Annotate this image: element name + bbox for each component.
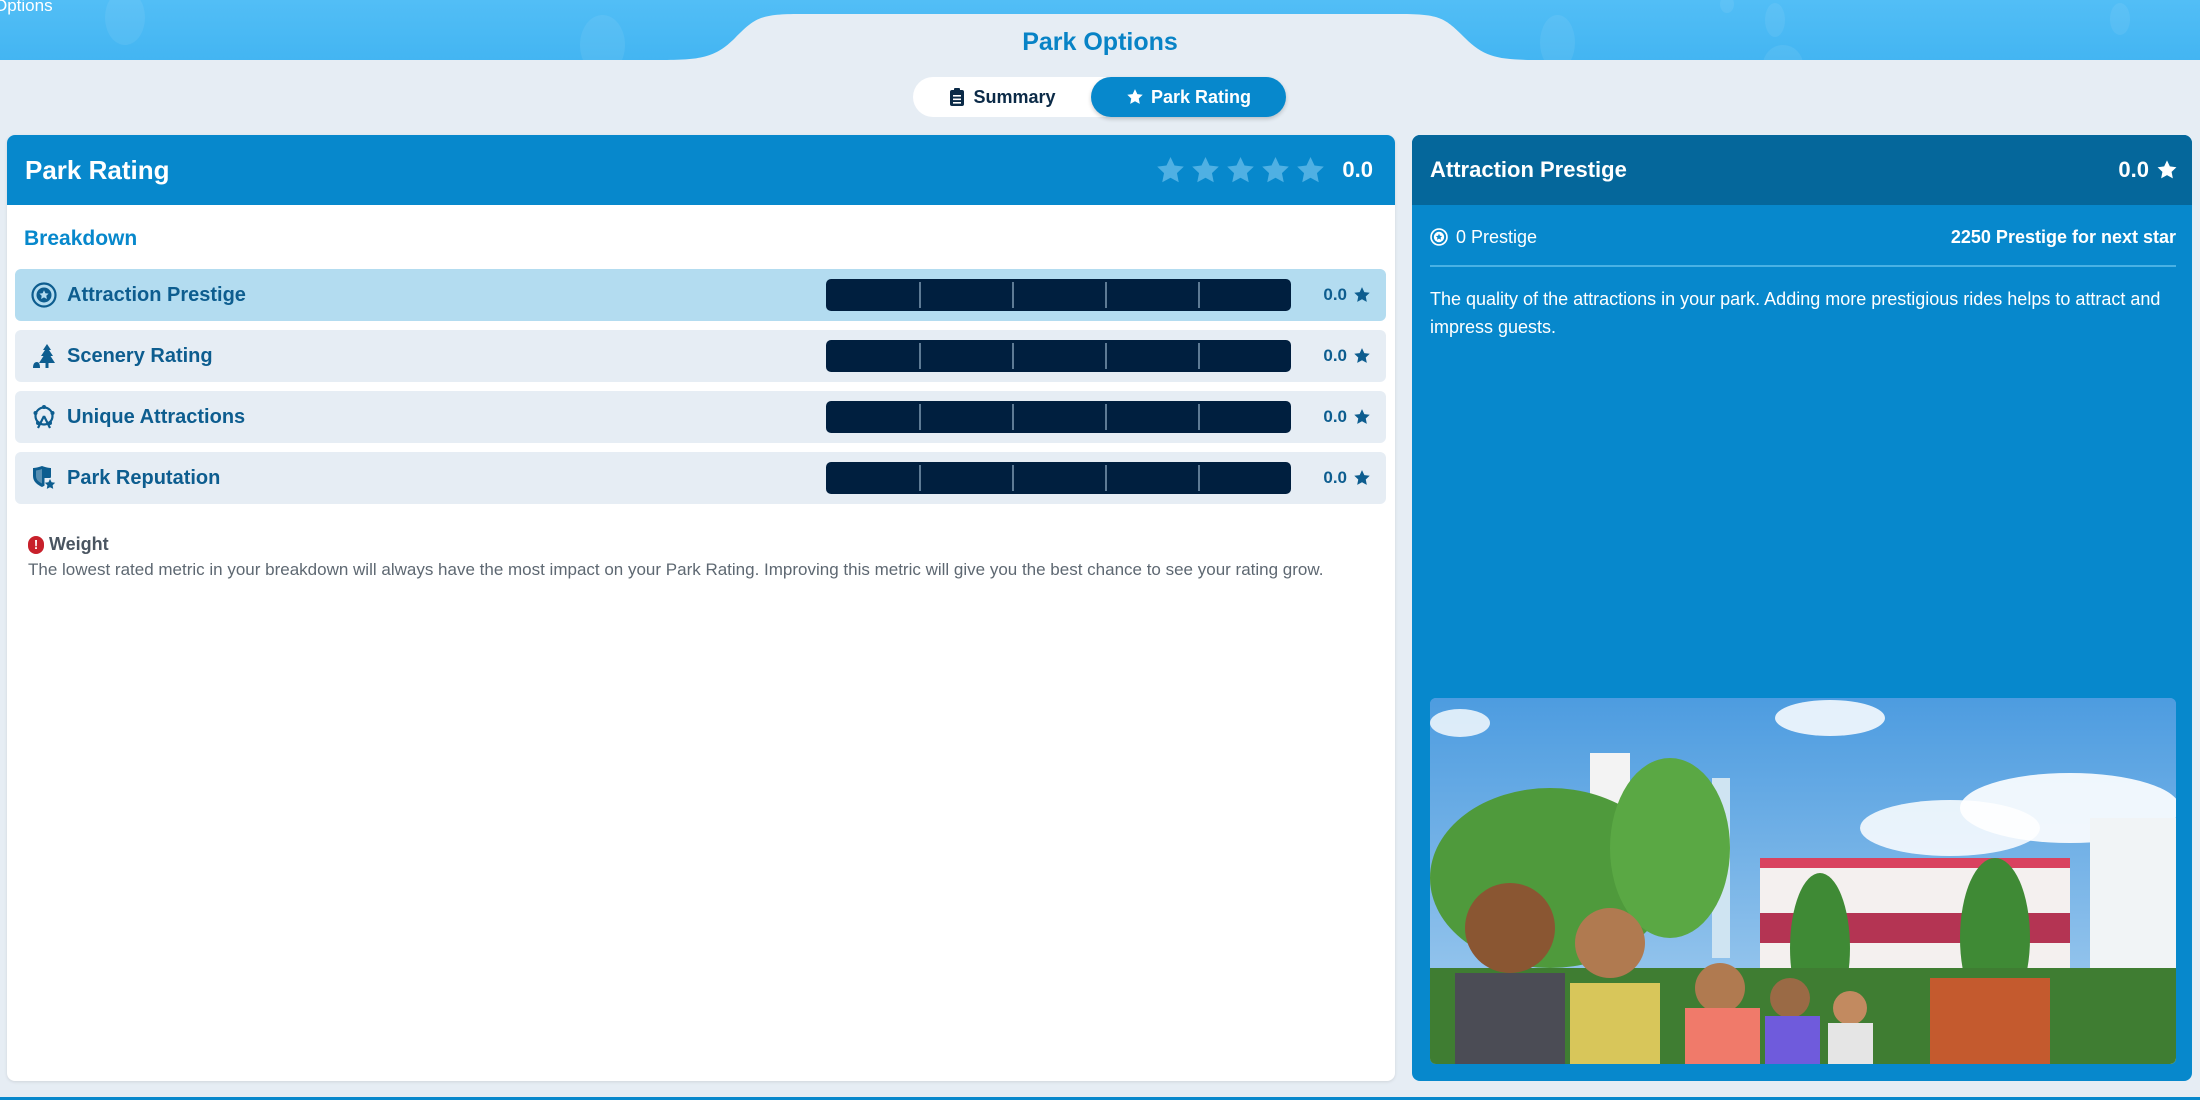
metric-bar-tick xyxy=(1012,465,1014,491)
metric-row-attraction-prestige[interactable]: Attraction Prestige 0.0 xyxy=(15,269,1386,321)
metric-value-text: 0.0 xyxy=(1323,407,1347,426)
star-rating: 0.0 xyxy=(1155,155,1373,186)
metric-label: Scenery Rating xyxy=(67,344,213,367)
metric-progress-bar xyxy=(826,401,1291,433)
star-icon xyxy=(1354,409,1370,424)
metric-bar-tick xyxy=(1105,404,1107,430)
clipboard-icon xyxy=(950,88,965,106)
metric-value-text: 0.0 xyxy=(1323,285,1347,304)
metric-progress-bar xyxy=(826,279,1291,311)
metric-progress-bar xyxy=(826,340,1291,372)
rating-star-icon xyxy=(1157,156,1185,182)
current-prestige-text: 0 Prestige xyxy=(1456,226,1538,247)
metric-bar-tick xyxy=(919,282,921,308)
metric-bar-tick xyxy=(1198,343,1200,369)
prestige-badge-icon xyxy=(1430,228,1448,246)
attraction-preview-image xyxy=(1430,698,2176,1064)
tab-park-rating[interactable]: Park Rating xyxy=(1091,77,1286,117)
metric-bar-tick xyxy=(1105,282,1107,308)
rating-star-icon xyxy=(1297,156,1325,182)
page-title: Park Options xyxy=(1022,28,1178,56)
metric-row-park-reputation[interactable]: Park Reputation 0.0 xyxy=(15,452,1386,504)
metric-bar-tick xyxy=(1105,343,1107,369)
metric-bar-tick xyxy=(1198,465,1200,491)
park-scene-illustration xyxy=(1430,698,2176,1064)
park-rating-header: Park Rating 0.0 xyxy=(7,135,1395,205)
metric-value: 0.0 xyxy=(1323,269,1371,321)
breakdown-heading: Breakdown xyxy=(24,227,138,250)
park-rating-title: Park Rating xyxy=(25,154,170,185)
metric-row-unique-attractions[interactable]: Unique Attractions 0.0 xyxy=(15,391,1386,443)
corner-window-label: Options xyxy=(0,0,53,15)
ferris-wheel-icon xyxy=(29,402,59,432)
tab-park-rating-label: Park Rating xyxy=(1150,86,1252,107)
detail-score-value: 0.0 xyxy=(2118,157,2149,182)
metric-value: 0.0 xyxy=(1323,391,1371,443)
metric-row-scenery-rating[interactable]: Scenery Rating 0.0 xyxy=(15,330,1386,382)
star-icon xyxy=(1354,287,1370,302)
metric-label: Attraction Prestige xyxy=(67,283,246,306)
metric-bar-tick xyxy=(1012,404,1014,430)
tree-icon xyxy=(29,341,59,371)
detail-title: Attraction Prestige xyxy=(1430,157,1627,182)
attraction-prestige-detail-panel: Attraction Prestige 0.0 0 Prestige 2250 … xyxy=(1412,135,2192,1081)
weight-title: Weight xyxy=(49,534,109,554)
star-icon xyxy=(1354,348,1370,363)
metric-bar-tick xyxy=(1012,282,1014,308)
metric-bar-tick xyxy=(1012,343,1014,369)
reputation-shield-icon xyxy=(29,463,59,493)
tab-summary[interactable]: Summary xyxy=(913,77,1091,117)
weight-note: ! Weight The lowest rated metric in your… xyxy=(28,534,1375,584)
rating-star-icon xyxy=(1192,156,1220,182)
detail-header: Attraction Prestige 0.0 xyxy=(1412,135,2192,205)
metric-bar-tick xyxy=(919,404,921,430)
park-rating-value: 0.0 xyxy=(1342,157,1373,182)
prestige-badge-icon xyxy=(29,280,59,310)
metric-bar-tick xyxy=(1198,282,1200,308)
rating-star-icon xyxy=(1262,156,1290,182)
star-icon xyxy=(1127,89,1143,104)
metric-label: Park Reputation xyxy=(67,466,221,489)
detail-description: The quality of the attractions in your p… xyxy=(1430,289,2161,337)
metric-bar-tick xyxy=(919,343,921,369)
star-icon xyxy=(2157,160,2177,179)
detail-score: 0.0 xyxy=(2118,157,2178,183)
metric-value: 0.0 xyxy=(1323,452,1371,504)
current-prestige: 0 Prestige xyxy=(1430,227,1537,248)
metric-value-text: 0.0 xyxy=(1323,468,1347,487)
weight-heading: ! Weight xyxy=(28,534,1375,555)
metric-list: Attraction Prestige 0.0 Scenery Rating 0… xyxy=(15,269,1386,504)
park-rating-panel: Park Rating 0.0 Breakdown Attraction Pre… xyxy=(7,135,1395,1081)
metric-label: Unique Attractions xyxy=(67,405,246,428)
metric-bar-tick xyxy=(1198,404,1200,430)
weight-description: The lowest rated metric in your breakdow… xyxy=(28,560,1324,579)
tab-switch: Summary Park Rating xyxy=(913,77,1286,117)
warning-icon: ! xyxy=(28,535,44,554)
metric-progress-bar xyxy=(826,462,1291,494)
divider xyxy=(1430,265,2176,267)
metric-value: 0.0 xyxy=(1323,330,1371,382)
next-star-requirement: 2250 Prestige for next star xyxy=(1950,226,2176,247)
metric-value-text: 0.0 xyxy=(1323,346,1347,365)
tab-summary-label: Summary xyxy=(973,86,1056,107)
stars-row xyxy=(1155,155,1326,186)
rating-star-icon xyxy=(1227,156,1255,182)
metric-bar-tick xyxy=(919,465,921,491)
prestige-row: 0 Prestige 2250 Prestige for next star xyxy=(1430,222,2176,252)
star-icon xyxy=(1354,470,1370,485)
metric-bar-tick xyxy=(1105,465,1107,491)
